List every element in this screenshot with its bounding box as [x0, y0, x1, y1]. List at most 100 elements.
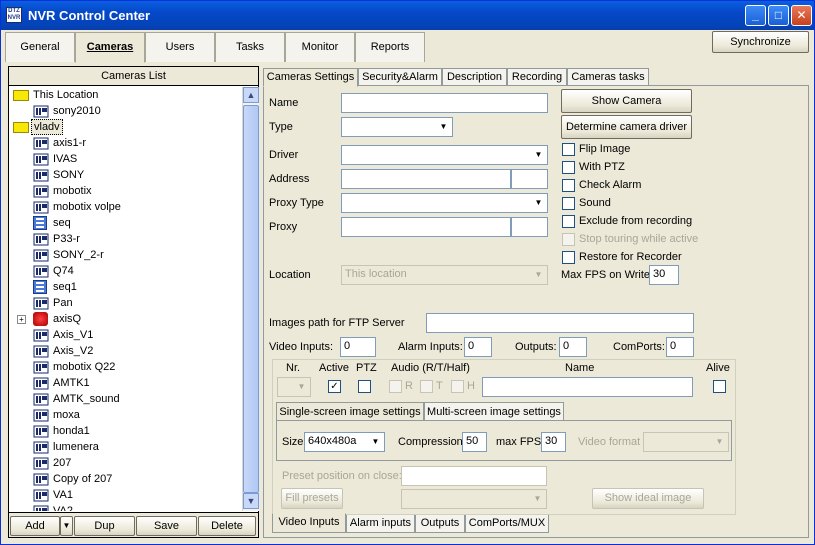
- tab-cameras-settings[interactable]: Cameras Settings: [263, 68, 358, 87]
- tree-item[interactable]: sony2010: [9, 103, 239, 119]
- tree-item[interactable]: vladv: [9, 119, 239, 135]
- restore-recorder-checkbox[interactable]: [562, 251, 575, 264]
- tree-item[interactable]: SONY_2-r: [9, 247, 239, 263]
- exclude-recording-checkbox[interactable]: [562, 215, 575, 228]
- proxy-input[interactable]: [341, 217, 511, 237]
- tab-monitor[interactable]: Monitor: [285, 32, 355, 62]
- alarm-inputs-count[interactable]: 0: [464, 337, 492, 357]
- tab-users[interactable]: Users: [145, 32, 215, 62]
- tree-scrollbar[interactable]: ▲ ▼: [242, 87, 259, 511]
- tab-cameras[interactable]: Cameras: [75, 32, 145, 63]
- address-port-input[interactable]: [511, 169, 548, 189]
- tree-item[interactable]: seq: [9, 215, 239, 231]
- scroll-down-icon[interactable]: ▼: [243, 493, 259, 509]
- size-select[interactable]: 640x480a ▼: [304, 432, 385, 452]
- audio-h-checkbox[interactable]: [451, 380, 464, 393]
- tab-description[interactable]: Description: [442, 68, 507, 86]
- audio-r-checkbox[interactable]: [389, 380, 402, 393]
- tab-recording[interactable]: Recording: [507, 68, 567, 86]
- check-alarm-checkbox[interactable]: [562, 179, 575, 192]
- synchronize-button[interactable]: Synchronize: [712, 31, 809, 53]
- tree-item[interactable]: AMTK1: [9, 375, 239, 391]
- preset-input[interactable]: [401, 466, 547, 486]
- expand-icon[interactable]: +: [17, 315, 26, 324]
- add-dropdown-icon[interactable]: ▼: [60, 516, 73, 536]
- alive-checkbox[interactable]: [713, 380, 726, 393]
- tree-item[interactable]: + axisQ: [9, 311, 239, 327]
- proxy-type-select[interactable]: ▼: [341, 193, 548, 213]
- show-ideal-image-button[interactable]: Show ideal image: [592, 488, 704, 509]
- nr-select[interactable]: ▼: [277, 377, 311, 397]
- tree-item[interactable]: Copy of 207: [9, 471, 239, 487]
- address-input[interactable]: [341, 169, 511, 189]
- sound-checkbox[interactable]: [562, 197, 575, 210]
- tree-item[interactable]: 207: [9, 455, 239, 471]
- tab-alarm-inputs[interactable]: Alarm inputs: [346, 515, 415, 533]
- show-camera-button[interactable]: Show Camera: [561, 89, 692, 113]
- tree-item[interactable]: SONY: [9, 167, 239, 183]
- tree-item[interactable]: mobotix volpe: [9, 199, 239, 215]
- name-input[interactable]: [341, 93, 548, 113]
- address-label: Address: [269, 173, 310, 185]
- outputs-count[interactable]: 0: [559, 337, 587, 357]
- ftp-path-input[interactable]: [426, 313, 694, 333]
- compression-input[interactable]: 50: [462, 432, 487, 452]
- max-fps-input[interactable]: 30: [541, 432, 566, 452]
- type-select[interactable]: ▼: [341, 117, 453, 137]
- preset-select[interactable]: ▼: [401, 489, 547, 509]
- tab-general[interactable]: General: [5, 32, 75, 62]
- tree-item[interactable]: Q74: [9, 263, 239, 279]
- fill-presets-button[interactable]: Fill presets: [281, 488, 343, 509]
- tree-item[interactable]: VA1: [9, 487, 239, 503]
- tab-reports[interactable]: Reports: [355, 32, 425, 62]
- tree-item[interactable]: AMTK_sound: [9, 391, 239, 407]
- location-select[interactable]: This location ▼: [341, 265, 548, 285]
- flip-image-checkbox[interactable]: [562, 143, 575, 156]
- add-button[interactable]: Add: [10, 516, 60, 536]
- active-checkbox[interactable]: ✓: [328, 380, 341, 393]
- tree-item[interactable]: moxa: [9, 407, 239, 423]
- dup-button[interactable]: Dup: [74, 516, 135, 536]
- tree-item[interactable]: IVAS: [9, 151, 239, 167]
- tree-item[interactable]: mobotix: [9, 183, 239, 199]
- tab-video-inputs[interactable]: Video Inputs: [272, 513, 346, 533]
- delete-button[interactable]: Delete: [198, 516, 256, 536]
- tree-item[interactable]: VA2: [9, 503, 239, 511]
- determine-driver-button[interactable]: Determine camera driver: [561, 115, 692, 139]
- scroll-thumb[interactable]: [243, 105, 259, 493]
- maximize-icon[interactable]: □: [768, 5, 789, 26]
- tree-item[interactable]: honda1: [9, 423, 239, 439]
- stop-touring-checkbox[interactable]: [562, 233, 575, 246]
- save-button[interactable]: Save: [136, 516, 197, 536]
- tree-item[interactable]: P33-r: [9, 231, 239, 247]
- active-header: Active: [319, 362, 349, 374]
- tree-item[interactable]: Axis_V1: [9, 327, 239, 343]
- tree-item[interactable]: mobotix Q22: [9, 359, 239, 375]
- tab-cameras-tasks[interactable]: Cameras tasks: [567, 68, 649, 86]
- comports-count[interactable]: 0: [666, 337, 694, 357]
- tree-item[interactable]: This Location: [9, 87, 239, 103]
- tab-tasks[interactable]: Tasks: [215, 32, 285, 62]
- tree-item[interactable]: Pan: [9, 295, 239, 311]
- close-icon[interactable]: ✕: [791, 5, 812, 26]
- tree-item[interactable]: lumenera: [9, 439, 239, 455]
- driver-select[interactable]: ▼: [341, 145, 548, 165]
- with-ptz-checkbox[interactable]: [562, 161, 575, 174]
- scroll-up-icon[interactable]: ▲: [243, 87, 259, 103]
- video-format-select[interactable]: ▼: [643, 432, 729, 452]
- audio-t-checkbox[interactable]: [420, 380, 433, 393]
- tree-item[interactable]: Axis_V2: [9, 343, 239, 359]
- ptz-checkbox[interactable]: [358, 380, 371, 393]
- video-inputs-count[interactable]: 0: [340, 337, 376, 357]
- tab-outputs[interactable]: Outputs: [415, 515, 465, 533]
- proxy-port-input[interactable]: [511, 217, 548, 237]
- max-fps-write-input[interactable]: 30: [649, 265, 679, 285]
- tab-multi-screen[interactable]: Multi-screen image settings: [424, 402, 564, 421]
- video-input-name[interactable]: [482, 377, 693, 397]
- minimize-icon[interactable]: _: [745, 5, 766, 26]
- tree-item[interactable]: axis1-r: [9, 135, 239, 151]
- tab-single-screen[interactable]: Single-screen image settings: [276, 402, 424, 421]
- tab-comports-mux[interactable]: ComPorts/MUX: [465, 515, 549, 533]
- tree-item[interactable]: seq1: [9, 279, 239, 295]
- tab-security-alarm[interactable]: Security&Alarm: [358, 68, 442, 86]
